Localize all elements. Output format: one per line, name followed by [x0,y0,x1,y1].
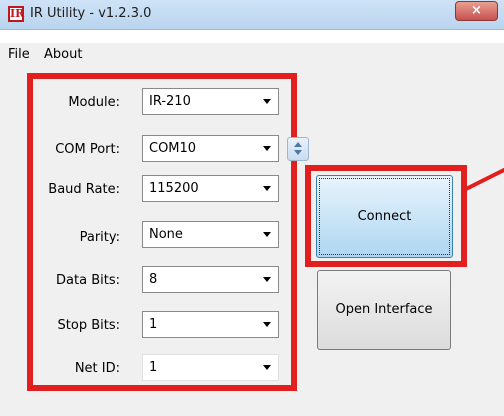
module-label: Module: [68,95,120,110]
net-id-select[interactable]: 1 [142,354,279,381]
chevron-down-icon [263,99,271,104]
data-bits-label: Data Bits: [56,273,120,288]
stop-bits-value: 1 [149,317,158,332]
menu-about[interactable]: About [44,47,82,62]
spin-down-icon [294,150,302,155]
parity-value: None [149,227,183,242]
data-bits-value: 8 [149,272,158,287]
refresh-ports-button[interactable] [287,137,309,161]
arrow-line [465,167,504,191]
parity-select[interactable]: None [142,221,279,248]
chevron-down-icon [263,365,271,370]
spin-up-icon [294,142,302,147]
close-button[interactable]: × [455,1,498,21]
baud-rate-value: 115200 [149,181,199,196]
parity-label: Parity: [79,230,120,245]
ir-logo-icon: IR [8,6,25,22]
net-id-value: 1 [149,360,158,375]
com-port-label: COM Port: [55,142,120,157]
net-id-label: Net ID: [74,361,120,376]
data-bits-select[interactable]: 8 [142,266,279,293]
menu-bar: File About [0,43,504,67]
highlight-arrow [465,167,504,191]
connect-button[interactable]: Connect [316,175,453,258]
open-interface-button[interactable]: Open Interface [317,270,451,350]
chevron-down-icon [263,146,271,151]
chevron-down-icon [263,322,271,327]
close-icon: × [471,3,482,18]
chevron-down-icon [263,186,271,191]
stop-bits-select[interactable]: 1 [142,311,279,338]
module-select[interactable]: IR-210 [142,88,279,115]
com-port-select[interactable]: COM10 [142,135,279,162]
baud-rate-label: Baud Rate: [48,182,120,197]
open-interface-button-label: Open Interface [335,302,433,317]
chevron-down-icon [263,232,271,237]
baud-rate-select[interactable]: 115200 [142,175,279,202]
module-value: IR-210 [149,94,191,109]
connect-button-label: Connect [357,209,412,224]
stop-bits-label: Stop Bits: [57,318,120,333]
window-title: IR Utility - v1.2.3.0 [30,6,152,21]
com-port-value: COM10 [149,141,197,156]
chevron-down-icon [263,277,271,282]
title-bar: IR IR Utility - v1.2.3.0 × [0,0,504,30]
menu-file[interactable]: File [8,47,30,62]
